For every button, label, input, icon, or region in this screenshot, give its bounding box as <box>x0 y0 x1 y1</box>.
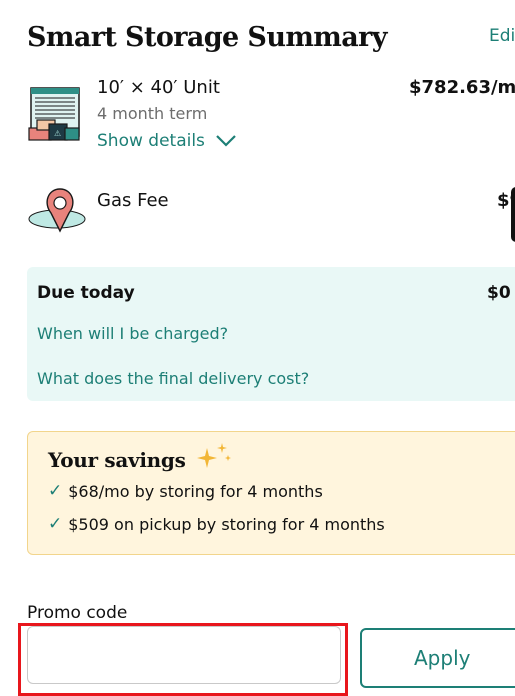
sparkle-icon <box>195 442 233 472</box>
chevron-down-icon <box>215 134 237 148</box>
edit-link[interactable]: Edi <box>489 26 515 46</box>
savings-item: ✓ $509 on pickup by storing for 4 months <box>48 514 385 534</box>
scrollbar-handle[interactable] <box>511 187 515 242</box>
savings-title: Your savings <box>48 448 186 472</box>
unit-price: $782.63/mo <box>409 77 515 98</box>
apply-button[interactable]: Apply <box>360 628 515 688</box>
storage-unit-icon: ⚠ <box>27 84 87 142</box>
unit-name: 10′ × 40′ Unit <box>97 77 220 98</box>
location-pin-icon <box>27 183 89 239</box>
checkmark-icon: ✓ <box>48 481 63 501</box>
delivery-cost-link[interactable]: What does the final delivery cost? <box>37 369 309 388</box>
page-title: Smart Storage Summary <box>27 22 387 53</box>
promo-code-input[interactable] <box>27 626 341 684</box>
unit-term: 4 month term <box>97 104 208 123</box>
show-details-label: Show details <box>97 131 205 151</box>
show-details-toggle[interactable]: Show details <box>97 131 237 151</box>
due-today-label: Due today <box>37 283 135 303</box>
checkmark-icon: ✓ <box>48 514 63 534</box>
gas-fee-name: Gas Fee <box>97 190 169 211</box>
charge-timing-link[interactable]: When will I be charged? <box>37 324 228 343</box>
promo-code-label: Promo code <box>27 603 128 623</box>
due-today-value: $0 <box>487 283 511 303</box>
savings-item-text: $68/mo by storing for 4 months <box>68 481 323 501</box>
savings-item-text: $509 on pickup by storing for 4 months <box>68 514 385 534</box>
savings-item: ✓ $68/mo by storing for 4 months <box>48 481 323 501</box>
svg-text:⚠: ⚠ <box>54 129 61 138</box>
